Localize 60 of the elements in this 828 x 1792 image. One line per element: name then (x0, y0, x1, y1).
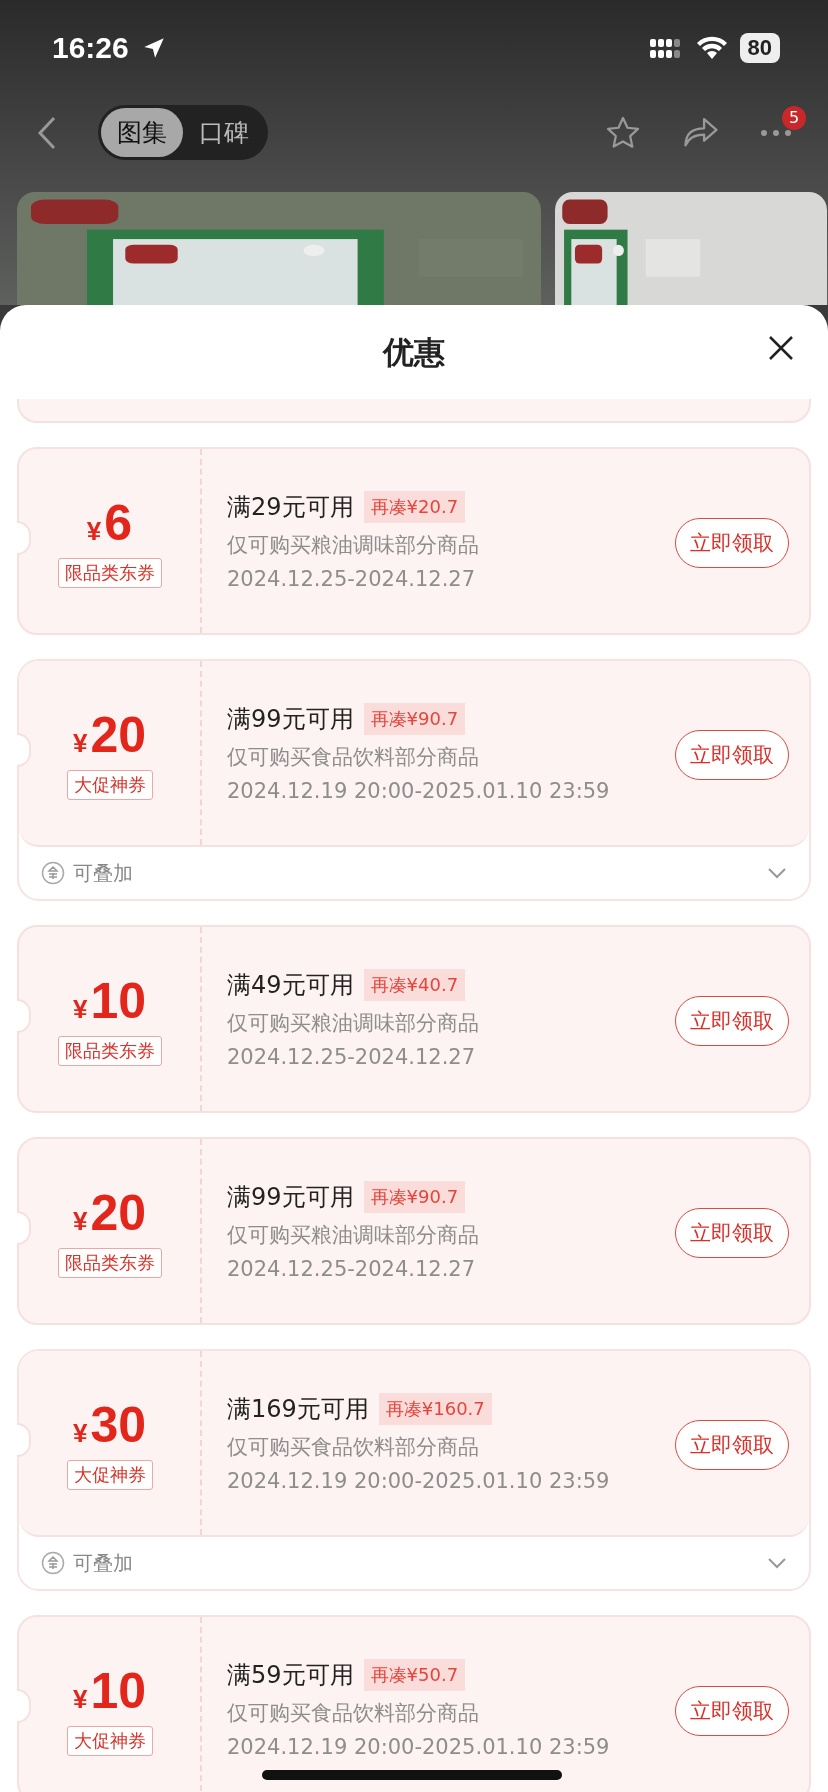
tab[interactable]: 口碑 (183, 108, 265, 157)
stack-icon (41, 861, 65, 885)
star-icon[interactable] (604, 114, 642, 151)
coupon-scope: 仅可购买食品饮料部分商品 (227, 1700, 479, 1727)
coupon-amount: ¥30 (72, 1396, 147, 1454)
stackable-label: 可叠加 (73, 859, 133, 887)
coupon-dates: 2024.12.25-2024.12.27 (227, 1257, 476, 1281)
gap-amount: 再凑¥50.7 (363, 1659, 466, 1691)
coupon-tag: 限品类东券 (57, 1036, 162, 1066)
coupon-dates: 2024.12.25-2024.12.27 (227, 567, 476, 591)
coupon-scope: 仅可购买食品饮料部分商品 (227, 1434, 479, 1461)
chevron-down-icon[interactable] (767, 1557, 787, 1569)
coupon-threshold: 满49元可用 (227, 970, 354, 1001)
wifi-icon (695, 35, 728, 60)
coupon-amount: ¥20 (72, 1184, 147, 1242)
battery-level: 80 (739, 32, 780, 63)
coupon-dates: 2024.12.19 20:00-2025.01.10 23:59 (227, 1735, 610, 1759)
tab[interactable]: 图集 (101, 108, 183, 157)
gap-amount: 再凑¥160.7 (378, 1393, 492, 1425)
claim-button[interactable]: 立即领取 (675, 730, 789, 780)
claim-button[interactable]: 立即领取 (675, 1208, 789, 1258)
coupon-tag: 限品类东券 (57, 1248, 162, 1278)
claim-button[interactable]: 立即领取 (675, 1420, 789, 1470)
coupon-tag: 大促神券 (66, 1460, 153, 1490)
coupon-threshold: 满99元可用 (227, 1182, 354, 1213)
chevron-down-icon[interactable] (767, 867, 787, 879)
coupon-scope: 仅可购买粮油调味部分商品 (227, 532, 479, 559)
gap-amount: 再凑¥20.7 (363, 491, 466, 523)
coupon-amount: ¥10 (72, 972, 147, 1030)
coupon-tag: 大促神券 (66, 1726, 153, 1756)
coupon-dates: 2024.12.19 20:00-2025.01.10 23:59 (227, 1469, 610, 1493)
coupon-dates: 2024.12.25-2024.12.27 (227, 1045, 476, 1069)
coupon-amount: ¥6 (86, 494, 133, 552)
coupon-dates: 2024.12.19 20:00-2025.01.10 23:59 (227, 779, 610, 803)
coupon-tag: 限品类东券 (57, 558, 162, 588)
coupon-amount: ¥10 (72, 1662, 147, 1720)
status-time: 16:26 (52, 30, 129, 65)
claim-button[interactable]: 立即领取 (675, 996, 789, 1046)
coupon-threshold: 满99元可用 (227, 704, 354, 735)
gap-amount: 再凑¥90.7 (363, 703, 466, 735)
notification-badge: 5 (782, 105, 806, 130)
coupon-threshold: 满59元可用 (227, 1660, 354, 1691)
gap-amount: 再凑¥90.7 (363, 1181, 466, 1213)
stackable-label: 可叠加 (73, 1549, 133, 1577)
coupon-threshold: 满169元可用 (227, 1394, 369, 1425)
coupon-amount: ¥20 (72, 706, 147, 764)
more-button[interactable] (760, 127, 792, 138)
close-button[interactable] (768, 335, 794, 361)
coupon-scope: 仅可购买食品饮料部分商品 (227, 744, 479, 771)
coupon-scope: 仅可购买粮油调味部分商品 (227, 1222, 479, 1249)
gap-amount: 再凑¥40.7 (363, 969, 466, 1001)
coupon-threshold: 满29元可用 (227, 492, 354, 523)
coupon-tag: 大促神券 (66, 770, 153, 800)
sheet-title: 优惠 (383, 332, 445, 372)
back-button[interactable] (36, 114, 58, 151)
share-icon[interactable] (682, 115, 720, 150)
claim-button[interactable]: 立即领取 (675, 1686, 789, 1736)
stack-icon (41, 1551, 65, 1575)
coupon-scope: 仅可购买粮油调味部分商品 (227, 1010, 479, 1037)
claim-button[interactable]: 立即领取 (675, 518, 789, 568)
